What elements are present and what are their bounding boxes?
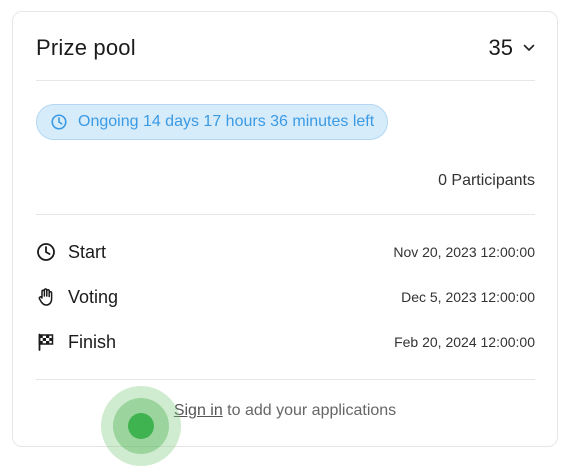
schedule-date: Feb 20, 2024 12:00:00: [394, 334, 535, 350]
schedule-row-start: Start Nov 20, 2023 12:00:00: [36, 238, 535, 266]
prize-pool-value: 35: [488, 35, 513, 60]
prize-pool-dropdown[interactable]: 35: [489, 35, 535, 61]
prize-pool-card: Prize pool 35 Ongoing 14 days 17 hours 3…: [12, 11, 558, 447]
divider: [36, 80, 535, 81]
card-header: Prize pool 35: [36, 30, 535, 66]
signin-prompt-text: to add your applications: [222, 402, 397, 419]
schedule-row-finish: Finish Feb 20, 2024 12:00:00: [36, 328, 535, 356]
chevron-down-icon: [523, 44, 535, 51]
hand-icon: [36, 287, 56, 307]
card-title: Prize pool: [36, 35, 136, 60]
status-badge-text: Ongoing 14 days 17 hours 36 minutes left: [78, 113, 375, 130]
schedule-label: Voting: [68, 286, 119, 307]
participants-count: 0 Participants: [438, 172, 535, 189]
schedule-row-voting: Voting Dec 5, 2023 12:00:00: [36, 283, 535, 311]
signin-link[interactable]: Sign in: [174, 402, 223, 419]
touch-indicator: [128, 413, 154, 439]
signin-prompt: Sign in to add your applications: [13, 402, 557, 420]
schedule-label: Start: [68, 241, 107, 262]
clock-icon: [51, 114, 67, 130]
schedule-date: Nov 20, 2023 12:00:00: [393, 244, 535, 260]
status-badge: Ongoing 14 days 17 hours 36 minutes left: [36, 104, 389, 140]
checkered-flag-icon: [36, 332, 56, 352]
divider: [36, 214, 535, 215]
schedule-date: Dec 5, 2023 12:00:00: [401, 289, 535, 305]
divider: [36, 379, 535, 380]
schedule-label: Finish: [68, 331, 117, 352]
clock-icon: [36, 242, 56, 262]
